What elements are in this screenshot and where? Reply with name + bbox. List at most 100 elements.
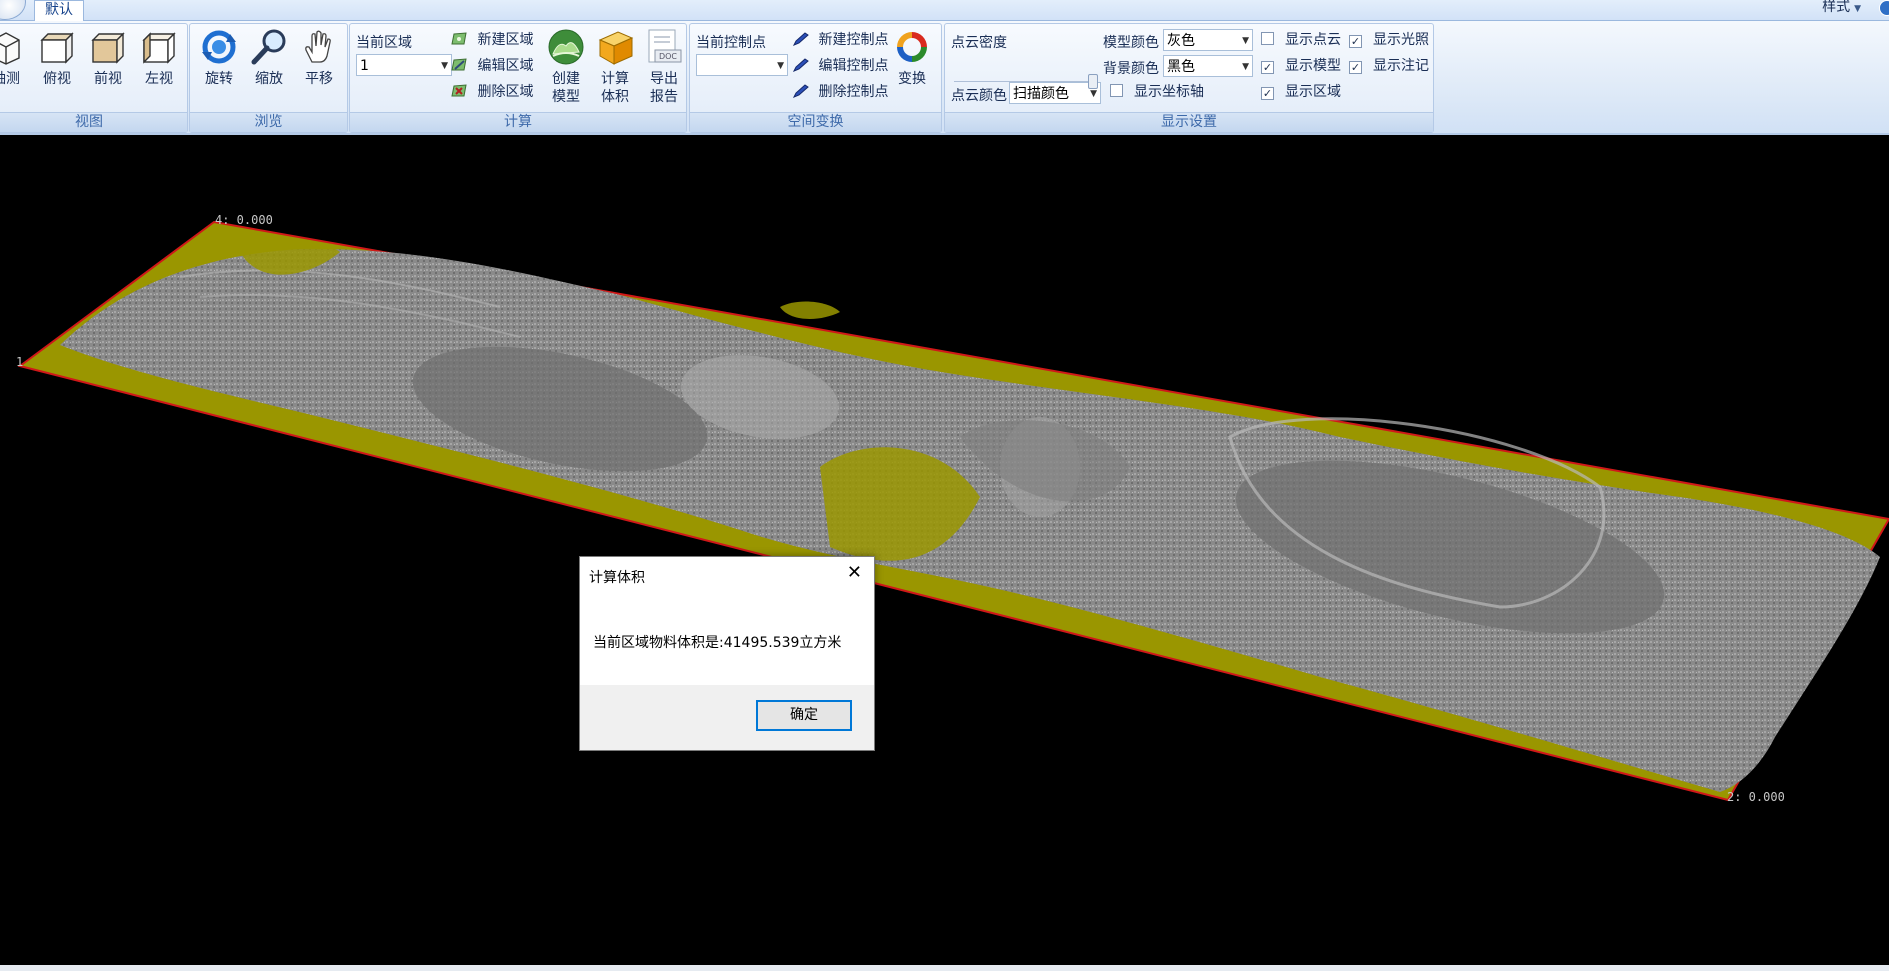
iso-view-button[interactable]: 轴测: [0, 28, 29, 88]
chevron-down-icon: ▼: [1242, 62, 1249, 72]
group-transform-label: 空间变换: [690, 112, 941, 132]
style-menu[interactable]: 样式 ▼: [1822, 0, 1861, 17]
corner-label-2: 2: 0.000: [1727, 790, 1785, 804]
status-bar: [0, 965, 1889, 971]
left-view-label: 左视: [145, 71, 173, 87]
edit-region-button[interactable]: 编辑区域: [451, 55, 533, 77]
show-light-box: ✓: [1349, 35, 1362, 48]
current-region-label: 当前区域: [356, 35, 412, 51]
top-view-button[interactable]: 俯视: [34, 28, 80, 88]
transform-button[interactable]: 变换: [889, 28, 935, 88]
front-cube-icon: [91, 32, 125, 64]
create-model-button[interactable]: 创建 模型: [543, 28, 589, 106]
refresh-arrows-icon: [897, 32, 927, 62]
pan-button[interactable]: 平移: [296, 28, 342, 88]
iso-cube-icon: [0, 32, 20, 65]
edit-region-label: 编辑区域: [477, 58, 534, 74]
new-region-button[interactable]: 新建区域: [451, 29, 533, 51]
front-view-button[interactable]: 前视: [85, 28, 131, 88]
rotate-label: 旋转: [205, 71, 233, 87]
delete-region-button[interactable]: 删除区域: [451, 81, 533, 103]
top-view-label: 俯视: [43, 71, 71, 87]
ribbon: 轴测 俯视 前视 左视 视图 旋转 缩放 平移 浏览: [0, 21, 1889, 135]
slider-thumb[interactable]: [1088, 74, 1098, 89]
help-icon[interactable]: [1879, 0, 1889, 16]
background-color-label: 背景颜色: [1103, 61, 1159, 77]
zoom-button[interactable]: 缩放: [246, 28, 292, 88]
edit-control-point-button[interactable]: 编辑控制点: [792, 55, 888, 77]
show-axes-checkbox[interactable]: 显示坐标轴: [1110, 82, 1204, 102]
group-display: 点云密度 模型颜色 灰色 ▼ 背景颜色 黑色 ▼ 点云颜色 扫描颜色 ▼ 显示坐…: [944, 23, 1434, 133]
show-note-label: 显示注记: [1373, 58, 1429, 74]
point-density-label: 点云密度: [951, 35, 1007, 51]
show-cloud-checkbox[interactable]: 显示点云: [1261, 30, 1341, 50]
new-control-point-button[interactable]: 新建控制点: [792, 29, 888, 51]
rotate-button[interactable]: 旋转: [196, 28, 242, 88]
pen-icon: [792, 84, 809, 98]
create-model-icon: [548, 29, 584, 65]
create-model-label-1: 创建: [552, 71, 580, 87]
show-model-box: ✓: [1261, 61, 1274, 74]
close-icon[interactable]: ✕: [847, 563, 862, 583]
chevron-down-icon: ▼: [1242, 36, 1249, 46]
export-report-button[interactable]: DOC 导出 报告: [641, 28, 687, 106]
cloud-color-value: 扫描颜色: [1013, 86, 1069, 102]
dialog-message: 当前区域物料体积是:41495.539立方米: [593, 635, 842, 651]
export-report-label-1: 导出: [650, 71, 678, 87]
current-region-select[interactable]: 1 ▼: [356, 54, 452, 76]
show-cloud-box: [1261, 32, 1274, 45]
title-bar: 默认 样式 ▼: [0, 0, 1889, 22]
show-light-checkbox[interactable]: ✓ 显示光照: [1349, 30, 1429, 50]
show-model-checkbox[interactable]: ✓ 显示模型: [1261, 56, 1341, 76]
zoom-label: 缩放: [255, 71, 283, 87]
pen-icon: [792, 58, 809, 72]
delete-region-label: 删除区域: [477, 84, 534, 100]
show-region-checkbox[interactable]: ✓ 显示区域: [1261, 82, 1341, 102]
calc-volume-box-icon: [598, 31, 634, 65]
calc-volume-label-1: 计算: [601, 71, 629, 87]
iso-view-label: 轴测: [0, 71, 20, 87]
show-note-checkbox[interactable]: ✓ 显示注记: [1349, 56, 1429, 76]
calc-volume-label-2: 体积: [601, 89, 629, 105]
group-compute: 当前区域 1 ▼ 新建区域 编辑区域 删除区域 创建 模型 计算 体积 DOC …: [349, 23, 687, 133]
region-new-icon: [451, 32, 467, 45]
svg-text:DOC: DOC: [659, 52, 677, 61]
app-menu-orb-icon[interactable]: [0, 0, 26, 20]
chevron-down-icon: ▼: [777, 61, 784, 71]
model-color-label: 模型颜色: [1103, 35, 1159, 51]
pen-icon: [792, 32, 809, 46]
current-control-point-label: 当前控制点: [696, 35, 766, 51]
dialog-footer: 确定: [580, 685, 874, 750]
model-color-value: 灰色: [1167, 33, 1195, 49]
chevron-down-icon: ▼: [1854, 4, 1861, 14]
ok-button[interactable]: 确定: [756, 700, 852, 731]
group-compute-label: 计算: [350, 112, 686, 132]
show-model-label: 显示模型: [1285, 58, 1341, 74]
terrain-model: [17, 220, 1889, 802]
new-region-label: 新建区域: [477, 32, 534, 48]
zoom-magnifier-icon: [251, 29, 286, 65]
delete-control-point-button[interactable]: 删除控制点: [792, 81, 888, 103]
current-region-value: 1: [360, 58, 369, 74]
current-control-point-select[interactable]: ▼: [696, 54, 788, 76]
model-color-select[interactable]: 灰色 ▼: [1163, 29, 1253, 51]
background-color-select[interactable]: 黑色 ▼: [1163, 55, 1253, 77]
3d-viewport[interactable]: 4: 0.000 1 2: 0.000: [0, 137, 1889, 965]
group-transform: 当前控制点 ▼ 新建控制点 编辑控制点 删除控制点 变换 空间变换: [689, 23, 942, 133]
point-density-slider[interactable]: [954, 74, 1098, 89]
group-browse-label: 浏览: [190, 112, 347, 132]
show-cloud-label: 显示点云: [1285, 32, 1341, 48]
tab-default[interactable]: 默认: [34, 0, 84, 22]
show-region-label: 显示区域: [1285, 84, 1341, 100]
volume-result-dialog: 计算体积 ✕ 当前区域物料体积是:41495.539立方米 确定: [579, 556, 875, 751]
group-browse: 旋转 缩放 平移 浏览: [189, 23, 348, 133]
new-control-point-label: 新建控制点: [818, 32, 889, 48]
create-model-label-2: 模型: [552, 89, 580, 105]
calc-volume-button[interactable]: 计算 体积: [592, 28, 638, 106]
front-view-label: 前视: [94, 71, 122, 87]
delete-control-point-label: 删除控制点: [818, 84, 889, 100]
show-region-box: ✓: [1261, 87, 1274, 100]
left-view-button[interactable]: 左视: [136, 28, 182, 88]
chevron-down-icon: ▼: [441, 61, 448, 71]
group-view-label: 视图: [0, 112, 187, 132]
